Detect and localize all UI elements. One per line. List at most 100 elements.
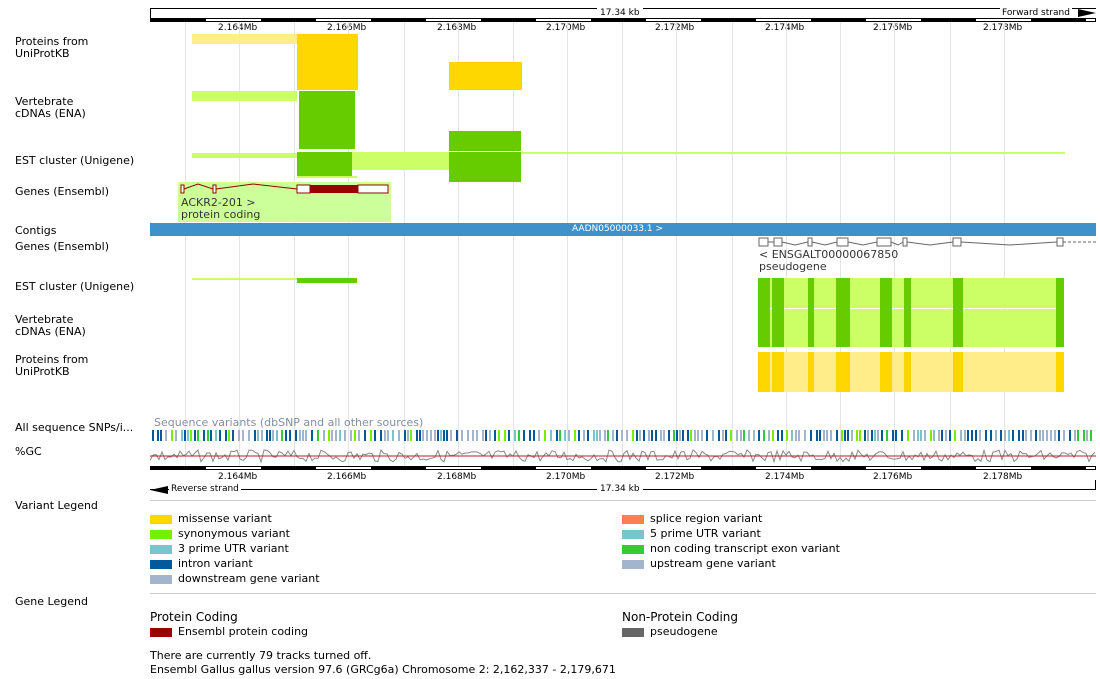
snp-marker[interactable] <box>207 430 209 441</box>
snp-marker[interactable] <box>1025 430 1027 441</box>
snp-marker[interactable] <box>272 430 274 441</box>
snp-marker[interactable] <box>599 430 601 441</box>
snp-marker[interactable] <box>924 430 926 441</box>
snp-marker[interactable] <box>289 430 291 441</box>
snp-marker[interactable] <box>392 430 394 441</box>
snp-marker[interactable] <box>1090 430 1092 441</box>
est-feature[interactable] <box>521 152 1065 154</box>
snp-marker[interactable] <box>810 430 812 441</box>
snp-marker[interactable] <box>777 430 779 441</box>
snp-marker[interactable] <box>682 430 684 441</box>
snp-marker[interactable] <box>673 430 675 441</box>
snp-marker[interactable] <box>823 430 825 441</box>
cdna-feature[interactable] <box>449 131 521 151</box>
snp-marker[interactable] <box>871 430 873 441</box>
snp-marker[interactable] <box>219 430 221 441</box>
snp-marker[interactable] <box>152 430 154 441</box>
snp-marker[interactable] <box>538 430 540 441</box>
snp-marker[interactable] <box>730 430 732 441</box>
snp-marker[interactable] <box>758 430 760 441</box>
snp-marker[interactable] <box>331 430 333 441</box>
snp-marker[interactable] <box>995 430 997 441</box>
snp-marker[interactable] <box>518 430 520 441</box>
snp-marker[interactable] <box>430 430 432 441</box>
est-feature[interactable] <box>758 278 1064 308</box>
snp-marker[interactable] <box>404 430 406 441</box>
snp-marker[interactable] <box>550 430 552 441</box>
snp-marker[interactable] <box>643 430 645 441</box>
snp-marker[interactable] <box>215 430 217 441</box>
snp-marker[interactable] <box>616 430 618 441</box>
snp-marker[interactable] <box>354 430 356 441</box>
snp-marker[interactable] <box>851 430 853 441</box>
snp-marker[interactable] <box>446 430 448 441</box>
snp-marker[interactable] <box>1008 430 1010 441</box>
snp-marker[interactable] <box>175 430 177 441</box>
snp-marker[interactable] <box>419 430 421 441</box>
snp-marker[interactable] <box>607 430 609 441</box>
snp-marker[interactable] <box>335 430 337 441</box>
snp-marker[interactable] <box>1086 430 1088 441</box>
snp-marker[interactable] <box>877 430 879 441</box>
snp-marker[interactable] <box>398 430 400 441</box>
snp-marker[interactable] <box>295 430 297 441</box>
snp-marker[interactable] <box>248 430 250 441</box>
snp-marker[interactable] <box>422 430 424 441</box>
snp-marker[interactable] <box>740 430 742 441</box>
snp-marker[interactable] <box>498 430 500 441</box>
snp-marker[interactable] <box>1042 430 1044 441</box>
snp-marker[interactable] <box>299 430 301 441</box>
snp-marker[interactable] <box>668 430 670 441</box>
snp-marker[interactable] <box>232 430 234 441</box>
snp-marker[interactable] <box>979 430 981 441</box>
snp-marker[interactable] <box>706 430 708 441</box>
cdna-feature[interactable] <box>758 309 1064 347</box>
protein-feature[interactable] <box>449 62 522 90</box>
snp-marker[interactable] <box>712 430 714 441</box>
snp-marker[interactable] <box>187 430 189 441</box>
snp-marker[interactable] <box>781 430 783 441</box>
snp-marker[interactable] <box>933 430 935 441</box>
snp-marker[interactable] <box>819 430 821 441</box>
snp-marker[interactable] <box>985 430 987 441</box>
snp-marker[interactable] <box>574 430 576 441</box>
snp-marker[interactable] <box>830 430 832 441</box>
snp-marker[interactable] <box>568 430 570 441</box>
est-feature[interactable] <box>297 152 352 176</box>
snp-marker[interactable] <box>881 430 883 441</box>
snp-marker[interactable] <box>533 430 535 441</box>
snp-marker[interactable] <box>886 430 888 441</box>
snp-marker[interactable] <box>1054 430 1056 441</box>
est-feature[interactable] <box>297 278 357 283</box>
snp-marker[interactable] <box>1012 430 1014 441</box>
snp-marker[interactable] <box>941 430 943 441</box>
snp-marker[interactable] <box>197 430 199 441</box>
snp-marker[interactable] <box>426 430 428 441</box>
snp-marker[interactable] <box>181 430 183 441</box>
snp-marker[interactable] <box>816 430 818 441</box>
snp-marker[interactable] <box>523 430 525 441</box>
snp-marker[interactable] <box>482 430 484 441</box>
snp-marker[interactable] <box>305 430 307 441</box>
snp-marker[interactable] <box>276 430 278 441</box>
snp-marker[interactable] <box>416 430 418 441</box>
snp-marker[interactable] <box>1063 430 1065 441</box>
track-label-snps[interactable]: All sequence SNPs/i... <box>15 422 133 434</box>
snp-bars[interactable] <box>150 430 1096 442</box>
snp-marker[interactable] <box>612 430 614 441</box>
snp-marker[interactable] <box>434 430 436 441</box>
snp-marker[interactable] <box>544 430 546 441</box>
snp-marker[interactable] <box>786 430 788 441</box>
snp-marker[interactable] <box>266 430 268 441</box>
snp-marker[interactable] <box>410 430 412 441</box>
snp-marker[interactable] <box>743 430 745 441</box>
snp-marker[interactable] <box>867 430 869 441</box>
snp-marker[interactable] <box>1074 430 1076 441</box>
snp-marker[interactable] <box>370 430 372 441</box>
snp-marker[interactable] <box>795 430 797 441</box>
snp-marker[interactable] <box>254 430 256 441</box>
snp-marker[interactable] <box>529 430 531 441</box>
snp-marker[interactable] <box>990 430 992 441</box>
cdna-feature[interactable] <box>192 91 297 101</box>
snp-marker[interactable] <box>190 430 192 441</box>
